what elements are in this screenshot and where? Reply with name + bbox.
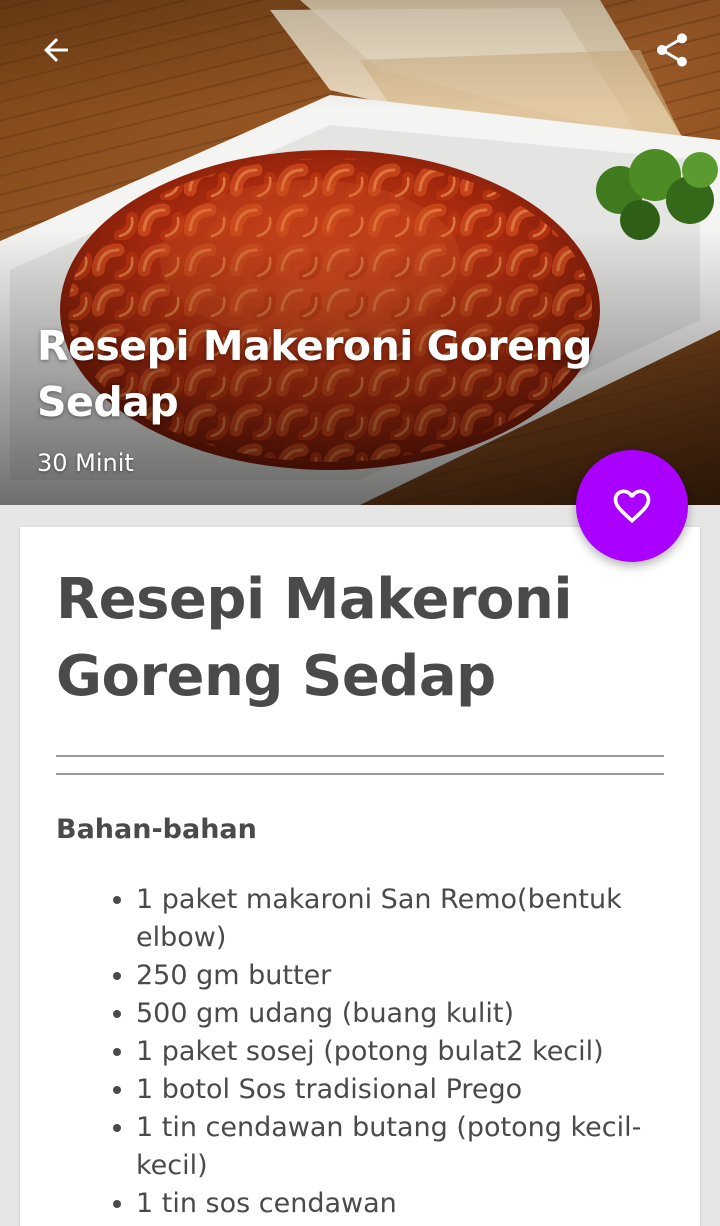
ingredient-item: 1 tin cendawan butang (potong kecil-keci… (136, 1109, 696, 1185)
hero-header: Resepi Makeroni Goreng Sedap 30 Minit (0, 0, 720, 505)
share-button[interactable] (644, 22, 700, 78)
recipe-detail-screen: Resepi Makeroni Goreng Sedap 30 Minit Re… (0, 0, 720, 1226)
ingredient-item: 250 gm butter (136, 957, 696, 995)
recipe-card: Resepi Makeroni Goreng Sedap Bahan-bahan… (20, 527, 700, 1226)
ingredient-item: 1 paket makaroni San Remo(bentuk elbow) (136, 881, 696, 957)
hero-recipe-title: Resepi Makeroni Goreng Sedap (37, 322, 593, 426)
ingredients-list: 1 paket makaroni San Remo(bentuk elbow) … (108, 881, 696, 1223)
share-icon (657, 33, 687, 67)
favorite-button[interactable] (576, 450, 688, 562)
ingredient-item: 500 gm udang (buang kulit) (136, 995, 696, 1033)
ingredients-heading: Bahan-bahan (56, 814, 257, 845)
ingredient-item: 1 paket sosej (potong bulat2 kecil) (136, 1033, 696, 1071)
ingredient-item: 1 botol Sos tradisional Prego (136, 1071, 696, 1109)
cooking-time: 30 Minit (37, 449, 134, 477)
arrow-left-icon (44, 38, 68, 62)
back-button[interactable] (28, 24, 84, 76)
title-divider (56, 755, 664, 775)
heart-outline-icon (613, 489, 651, 524)
recipe-title: Resepi Makeroni Goreng Sedap (56, 567, 573, 709)
ingredient-item: 1 tin sos cendawan (136, 1185, 696, 1223)
